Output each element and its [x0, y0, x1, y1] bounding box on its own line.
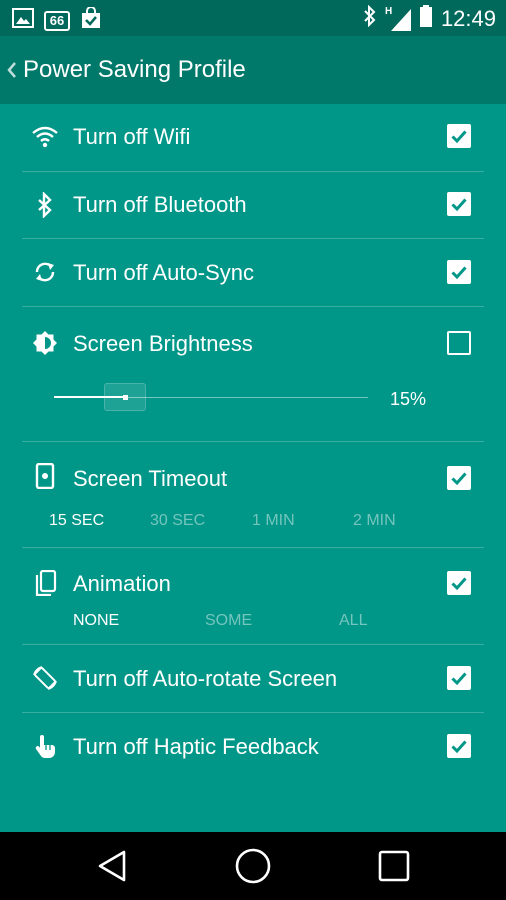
setting-row-bluetooth[interactable]: Turn off Bluetooth	[22, 171, 484, 239]
brightness-slider-thumb[interactable]	[104, 383, 146, 411]
setting-row-auto-rotate[interactable]: Turn off Auto-rotate Screen	[22, 644, 484, 713]
brightness-slider[interactable]	[54, 383, 368, 411]
gallery-notification-icon	[12, 8, 34, 33]
screen-timeout-checkbox[interactable]	[447, 466, 471, 490]
back-chevron-icon[interactable]	[6, 60, 18, 80]
animation-option-none[interactable]: NONE	[73, 611, 119, 631]
setting-row-wifi[interactable]: Turn off Wifi	[22, 104, 484, 172]
setting-label-brightness: Screen Brightness	[73, 331, 253, 356]
back-nav-icon[interactable]	[94, 848, 130, 884]
home-nav-icon[interactable]	[235, 848, 271, 884]
setting-label-haptic-feedback: Turn off Haptic Feedback	[73, 734, 319, 759]
timeout-option-15-sec[interactable]: 15 SEC	[49, 511, 104, 531]
animation-icon	[32, 569, 58, 597]
setting-row-haptic-feedback[interactable]: Turn off Haptic Feedback	[22, 712, 484, 780]
setting-label-auto-sync: Turn off Auto-Sync	[73, 260, 254, 285]
bluetooth-icon	[32, 191, 58, 219]
sync-icon	[32, 259, 58, 285]
settings-list: Turn off Wifi Turn off Bluetooth Turn of…	[0, 104, 506, 832]
signal-icon: H	[385, 6, 411, 31]
wifi-icon	[32, 124, 58, 150]
brightness-checkbox[interactable]	[447, 331, 471, 355]
status-time: 12:49	[440, 5, 496, 31]
timeout-option-2-min[interactable]: 2 MIN	[353, 511, 396, 531]
timeout-option-30-sec[interactable]: 30 SEC	[150, 511, 205, 531]
bluetooth-checkbox[interactable]	[447, 192, 471, 216]
rotate-icon	[32, 665, 58, 691]
setting-label-wifi: Turn off Wifi	[73, 124, 191, 149]
setting-label-bluetooth: Turn off Bluetooth	[73, 192, 247, 217]
setting-label-animation: Animation	[73, 571, 171, 596]
haptic-feedback-checkbox[interactable]	[447, 734, 471, 758]
badge-notification-text: 66	[49, 12, 65, 28]
app-bar: Power Saving Profile	[0, 36, 506, 104]
screen-timeout-icon	[32, 462, 58, 490]
animation-option-some[interactable]: SOME	[205, 611, 252, 631]
navigation-bar	[0, 832, 506, 900]
auto-rotate-checkbox[interactable]	[447, 666, 471, 690]
brightness-icon	[32, 330, 58, 356]
badge-notification-icon: 66	[44, 10, 70, 31]
touch-icon	[32, 733, 58, 759]
recents-nav-icon[interactable]	[376, 848, 412, 884]
setting-label-screen-timeout: Screen Timeout	[73, 466, 228, 491]
slider-thumb-dot	[123, 395, 128, 400]
auto-sync-checkbox[interactable]	[447, 260, 471, 284]
brightness-percent: 15%	[390, 389, 427, 409]
setting-row-auto-sync[interactable]: Turn off Auto-Sync	[22, 238, 484, 307]
battery-icon	[419, 4, 433, 33]
page-title: Power Saving Profile	[23, 56, 246, 83]
status-bar: 66 H 12:49	[0, 0, 506, 36]
setting-row-screen-timeout[interactable]: Screen Timeout	[22, 441, 484, 548]
animation-option-all[interactable]: ALL	[339, 611, 367, 631]
setting-row-brightness[interactable]: Screen Brightness	[22, 306, 484, 442]
animation-checkbox[interactable]	[447, 571, 471, 595]
bluetooth-status-icon	[363, 4, 377, 32]
setting-label-auto-rotate: Turn off Auto-rotate Screen	[73, 666, 338, 691]
shopping-bag-icon	[80, 6, 102, 34]
timeout-option-1-min[interactable]: 1 MIN	[252, 511, 295, 531]
wifi-checkbox[interactable]	[447, 124, 471, 148]
